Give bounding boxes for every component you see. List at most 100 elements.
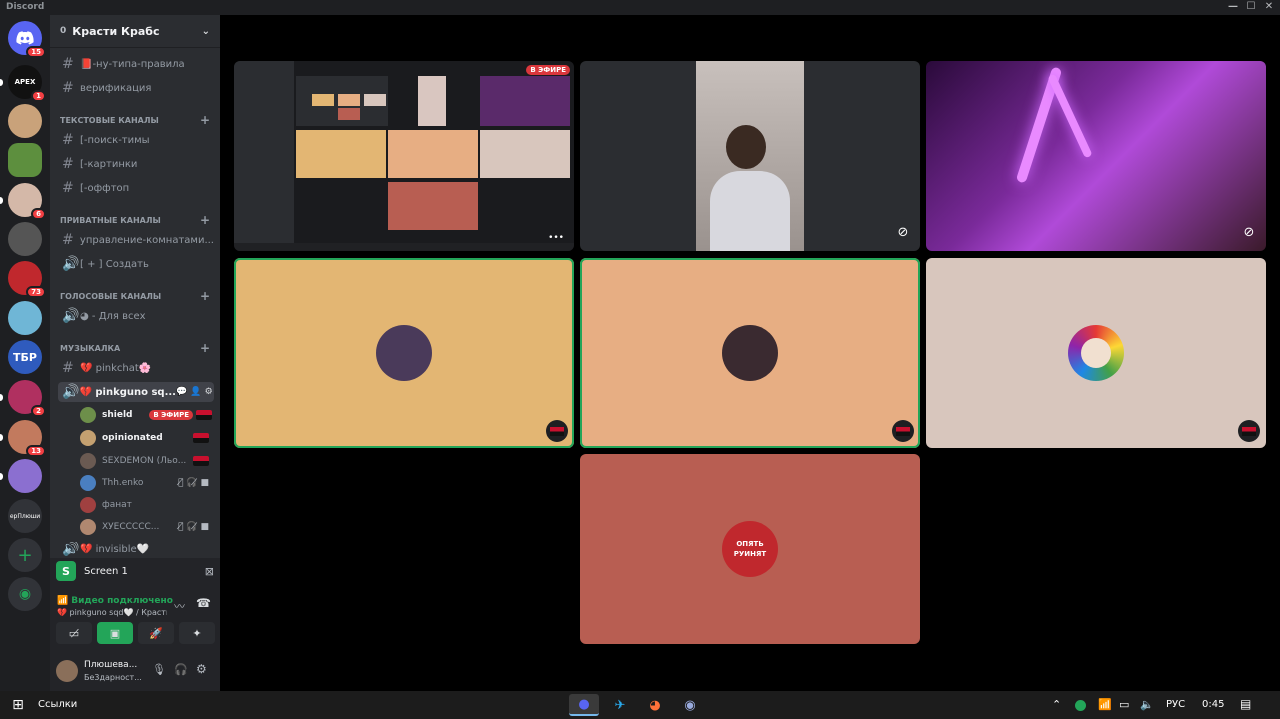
screen-share-button[interactable]: ▣ [97, 622, 133, 644]
start-button[interactable]: ⊞ [3, 694, 33, 716]
server-icon[interactable]: 73 [8, 261, 46, 298]
channel-text[interactable]: # [-оффтоп [58, 178, 214, 198]
telegram-icon: ✈ [614, 697, 626, 713]
voice-member[interactable]: SEXDEMON (Льо... [80, 451, 212, 471]
channel-voice[interactable]: 🔊[ + ] Создать [58, 254, 214, 274]
voice-member[interactable]: Thh.enko 🎙̸ 🎧̸ ■ [80, 473, 212, 493]
clock[interactable]: 0:45 [1202, 699, 1224, 710]
video-tile-camera[interactable]: ⊘ [926, 61, 1266, 251]
screen-share-tile[interactable]: В ЭФИРЕ ••• [234, 61, 574, 251]
flag-icon [196, 410, 212, 420]
channel-rules[interactable]: # 📕-ну-типа-правила [58, 54, 214, 74]
channel-text[interactable]: # [-картинки [58, 154, 214, 174]
channel-text[interactable]: # [-поиск-тимы [58, 130, 214, 150]
unread-pill [0, 434, 3, 441]
tray-app-icon[interactable] [1075, 700, 1086, 711]
windows-logo-icon: ⊞ [12, 697, 24, 713]
explore-servers-button[interactable]: ◉ [8, 577, 42, 611]
server-icon[interactable] [8, 222, 42, 256]
voice-tile-speaking[interactable] [580, 258, 920, 448]
add-channel-icon[interactable]: + [200, 341, 210, 355]
category-private[interactable]: ПРИВАТНЫЕ КАНАЛЫ + [60, 213, 210, 227]
speaker-icon: 🔊 [62, 542, 80, 556]
user-avatar[interactable] [56, 660, 78, 682]
server-icon[interactable] [8, 104, 42, 138]
avatar [80, 497, 96, 513]
wifi-icon[interactable]: 📶 [1098, 698, 1112, 711]
server-header[interactable]: 0 Красти Крабс ⌄ [50, 15, 220, 48]
more-options-icon[interactable]: ••• [548, 233, 564, 243]
camera-off-icon: ▭̸ [68, 626, 80, 640]
unread-badge: 6 [31, 208, 46, 220]
channel-voice-active[interactable]: 🔊 💔 pinkguno sq... 💬 👤 ⚙ [58, 382, 214, 402]
server-icon[interactable] [8, 301, 42, 335]
server-icon-tbr[interactable]: ТБР [8, 340, 42, 374]
signal-icon: 📶 [57, 596, 69, 606]
user-avatar [722, 325, 778, 381]
channel-voice[interactable]: 🔊 ◕ - Для всех [58, 306, 214, 326]
category-text[interactable]: ТЕКСТОВЫЕ КАНАЛЫ + [60, 113, 210, 127]
muted-deafened-camera-icons: 🎙̸ 🎧̸ ■ [178, 478, 209, 488]
server-icon[interactable] [8, 459, 42, 493]
channel-voice[interactable]: 🔊 💔 invisible🤍 [58, 542, 214, 556]
home-button[interactable]: 15 [8, 21, 46, 58]
avatar [80, 453, 96, 469]
notifications-icon[interactable]: ▤ [1240, 697, 1251, 711]
live-badge: В ЭФИРЕ [149, 410, 193, 420]
voice-tile-speaking[interactable] [234, 258, 574, 448]
channel-text[interactable]: # управление-комнатами... [58, 230, 214, 250]
toggle-camera-button[interactable]: ▭̸ [56, 622, 92, 644]
gear-icon[interactable]: ⚙ [196, 662, 207, 676]
chevron-up-icon[interactable]: ⌃ [1052, 698, 1061, 711]
category-voice[interactable]: ГОЛОСОВЫЕ КАНАЛЫ + [60, 289, 210, 303]
server-icon-text[interactable]: ерПлюши [8, 499, 42, 533]
battery-icon[interactable]: ▭ [1119, 698, 1129, 711]
unread-badge: 15 [26, 46, 46, 58]
channel-verification[interactable]: # верификация [58, 78, 214, 98]
add-channel-icon[interactable]: + [200, 113, 210, 127]
voice-member[interactable]: shield В ЭФИРЕ [80, 405, 212, 425]
channel-pinkchat[interactable]: # 💔 pinkchat🌸 [58, 358, 214, 378]
links-toolbar[interactable]: Ссылки [38, 699, 77, 710]
voice-tile[interactable]: ОПЯТЬ РУИНЯТ [580, 454, 920, 644]
user-avatar: ОПЯТЬ РУИНЯТ [722, 521, 778, 577]
microphone-icon[interactable]: 🎙 [152, 663, 166, 676]
noise-suppression-icon[interactable]: 〰 [174, 598, 185, 614]
volume-icon[interactable]: 🔈 [1140, 698, 1154, 711]
disconnect-icon[interactable]: ☎ [196, 596, 211, 610]
window-titlebar: Discord — ☐ ✕ [0, 0, 1280, 15]
video-tile-webcam[interactable]: ⊘ [580, 61, 920, 251]
language-indicator[interactable]: РУС [1166, 699, 1185, 710]
server-icon[interactable]: 2 [8, 380, 46, 417]
server-icon[interactable]: 13 [8, 420, 46, 457]
taskbar-telegram[interactable]: ✈ [605, 694, 635, 716]
taskbar-firefox[interactable]: ◕ [640, 694, 670, 716]
server-list: 15 APEX 1 6 73 ТБР 2 13 ерПлюши + ◉ [0, 15, 50, 691]
taskbar-discord[interactable]: ● [569, 694, 599, 716]
avatar [80, 475, 96, 491]
hash-icon: # [62, 132, 74, 148]
voice-member[interactable]: фанат [80, 495, 212, 515]
add-channel-icon[interactable]: + [200, 289, 210, 303]
channel-actions-icons[interactable]: 💬 👤 ⚙ [176, 387, 213, 397]
server-icon[interactable]: 6 [8, 183, 46, 220]
webcam-feed [696, 61, 804, 251]
close-button[interactable]: ✕ [1258, 1, 1280, 12]
voice-member[interactable]: opinionated [80, 428, 212, 448]
voice-tile[interactable] [926, 258, 1266, 448]
activities-button[interactable]: 🚀 [138, 622, 174, 644]
stop-stream-icon[interactable]: ⊠ [205, 565, 214, 578]
voice-member[interactable]: ХУЕССССС... 🎙̸ 🎧̸ ■ [80, 517, 212, 537]
headphones-icon[interactable]: 🎧 [174, 663, 188, 676]
server-icon[interactable] [8, 143, 42, 177]
add-server-button[interactable]: + [8, 538, 42, 572]
server-icon-apex[interactable]: APEX 1 [8, 65, 46, 102]
hash-icon: # [62, 56, 74, 72]
category-music[interactable]: МУЗЫКАЛКА + [60, 341, 210, 355]
user-status: Бе3дарност... [84, 673, 142, 682]
add-channel-icon[interactable]: + [200, 213, 210, 227]
soundboard-button[interactable]: ✦ [179, 622, 215, 644]
voice-status-title[interactable]: Видео подключено [71, 596, 173, 606]
taskbar-app[interactable]: ◉ [675, 694, 705, 716]
voice-channel-path[interactable]: 💔 pinkguno sqd🤍 / Красти... [57, 608, 167, 617]
